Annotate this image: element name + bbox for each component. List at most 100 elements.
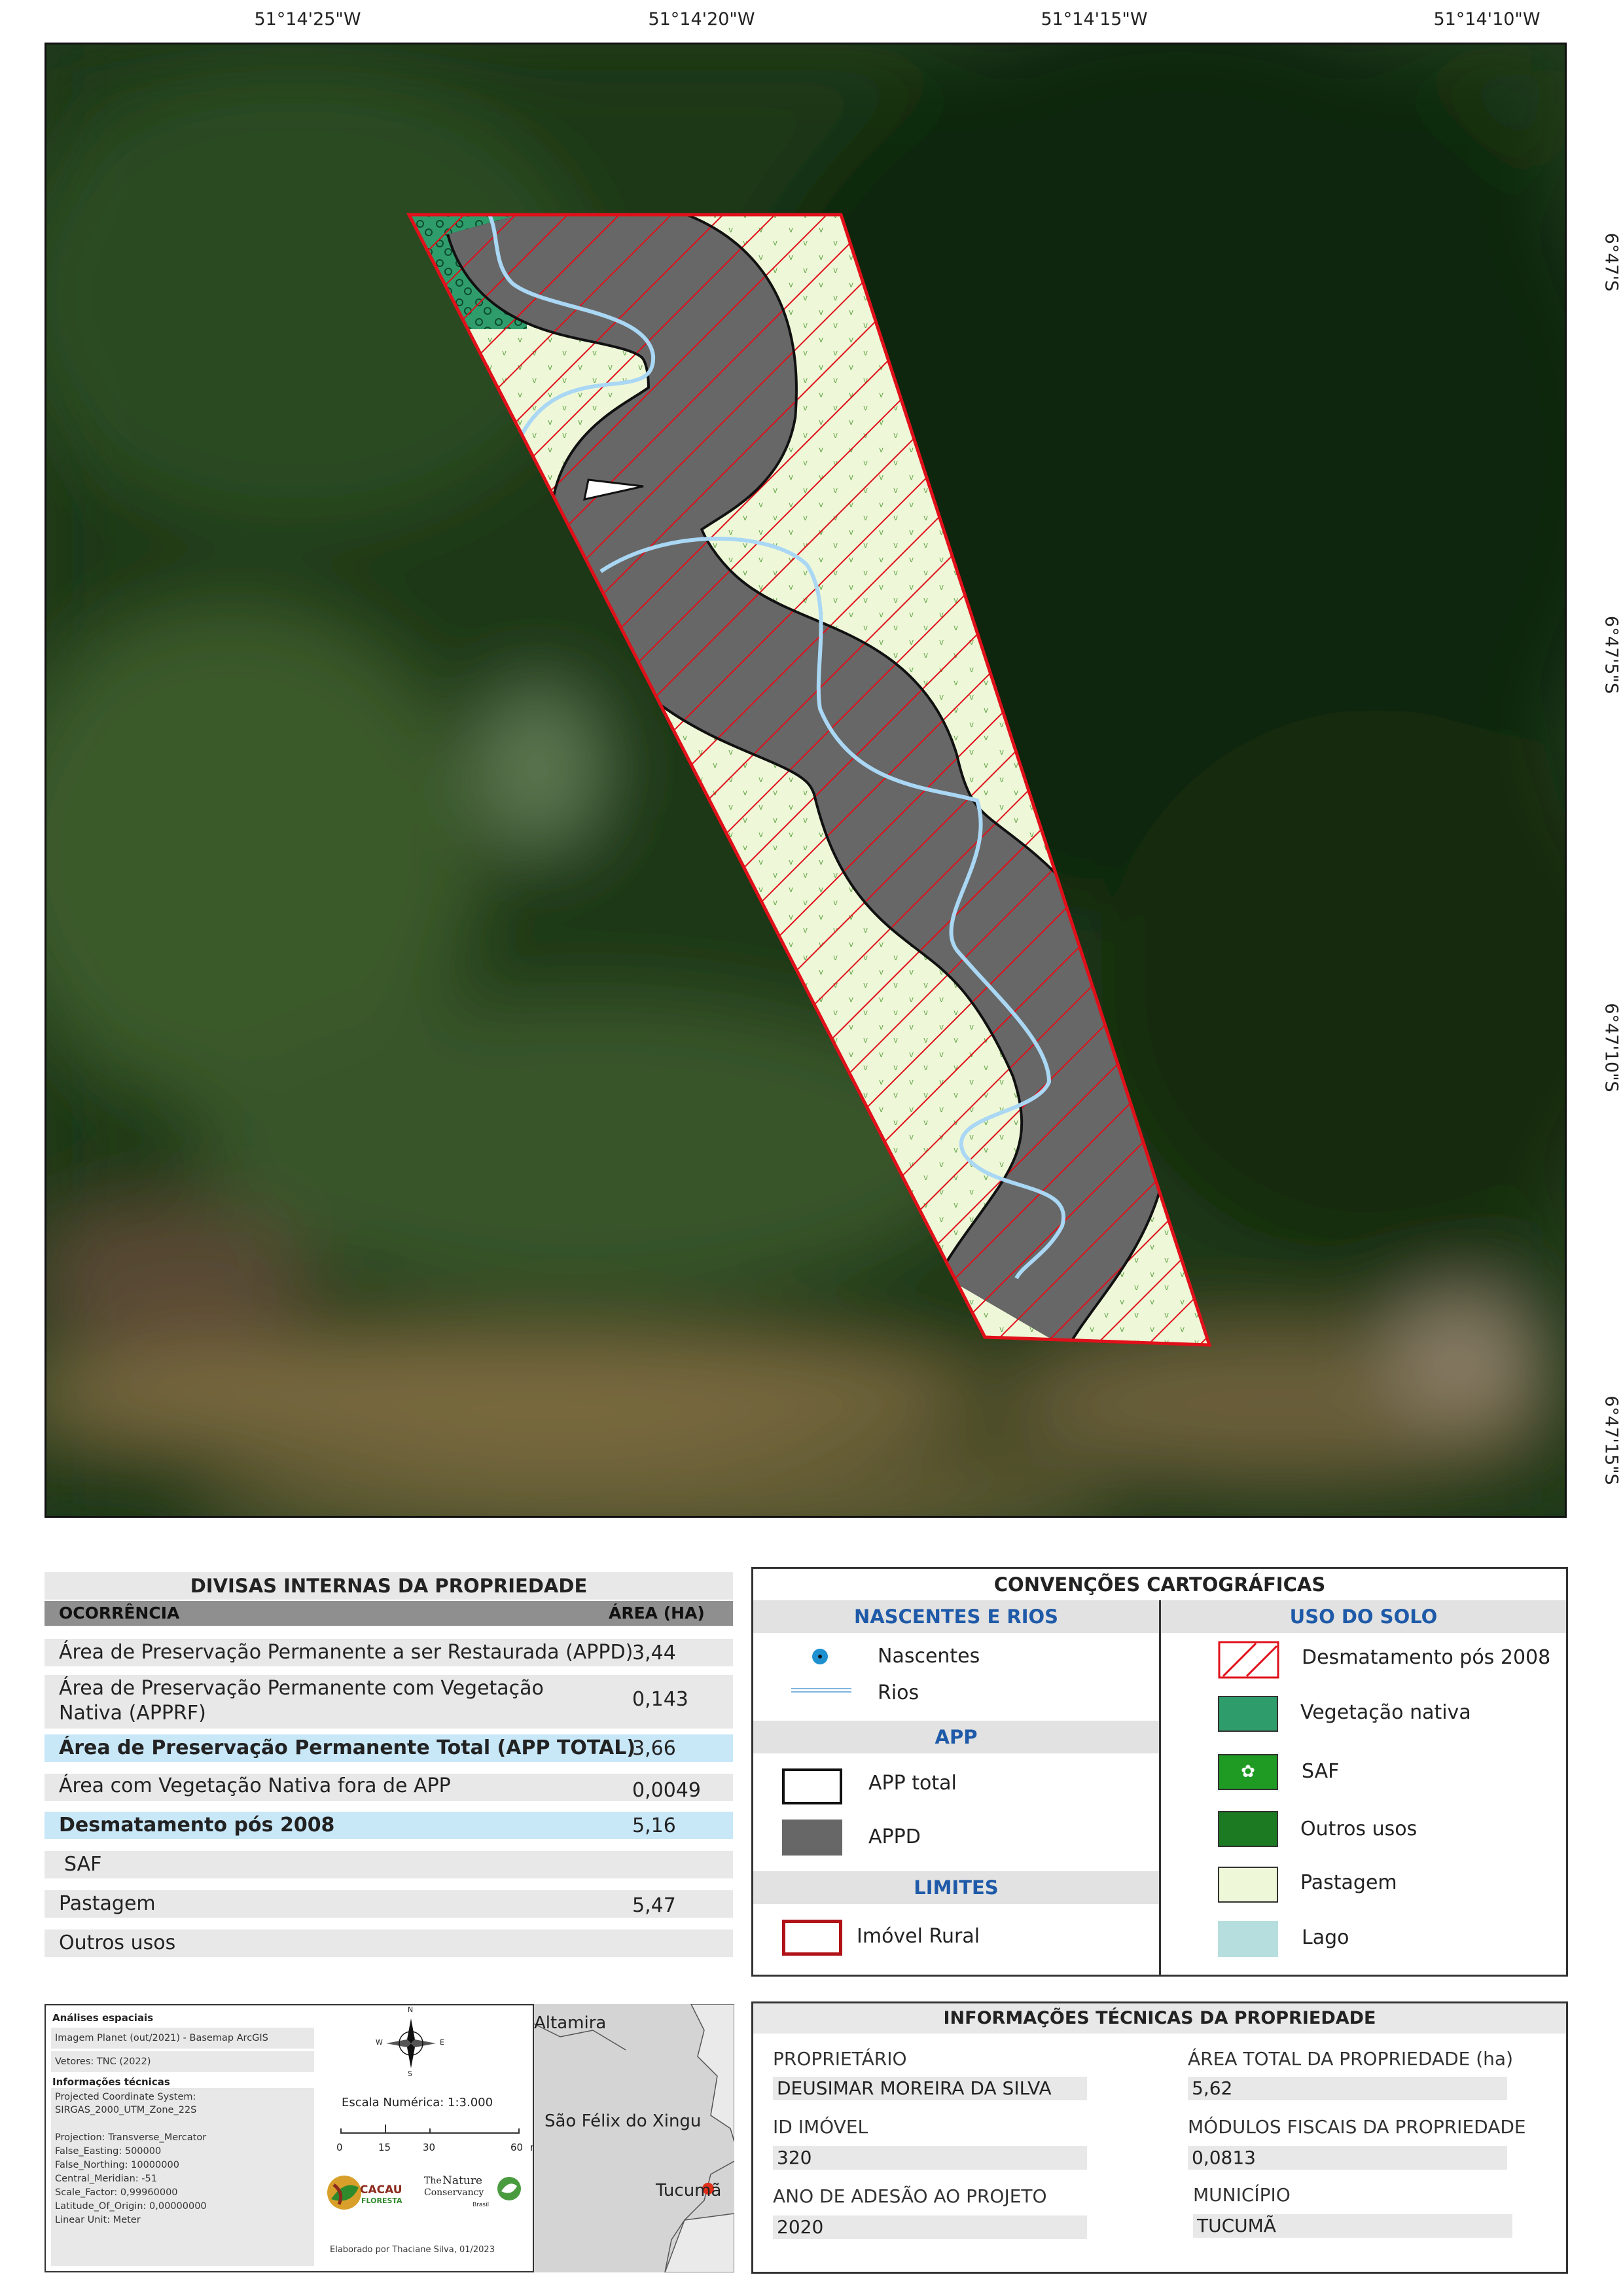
tnc-logo-text-1: The bbox=[424, 2176, 442, 2186]
false-easting: False_Easting: 500000 bbox=[55, 2146, 162, 2157]
table-row: Área de Preservação Permanente a ser Res… bbox=[45, 1639, 733, 1666]
tnc-logo-text-3: Conservancy bbox=[424, 2187, 484, 2198]
legend-divider bbox=[1159, 1600, 1161, 1977]
legend-appd: APPD bbox=[868, 1825, 921, 1848]
divisas-title: DIVISAS INTERNAS DA PROPRIEDADE bbox=[45, 1572, 733, 1600]
table-row: Área com Vegetação Nativa fora de APP 0,… bbox=[45, 1774, 733, 1802]
modulos-fiscais-value: 0,0813 bbox=[1188, 2146, 1507, 2170]
modulos-fiscais-label: MÓDULOS FISCAIS DA PROPRIEDADE bbox=[1188, 2116, 1526, 2138]
scale-tick-60: 60 bbox=[510, 2142, 524, 2153]
linear-unit: Linear Unit: Meter bbox=[55, 2215, 141, 2225]
compass-w: W bbox=[376, 2038, 383, 2047]
elaborado-por: Elaborado por Thaciane Silva, 01/2023 bbox=[330, 2245, 495, 2255]
compass-e: E bbox=[440, 2038, 444, 2047]
legend-uso-2: SAF bbox=[1302, 1760, 1340, 1783]
property-boundary-swatch bbox=[782, 1920, 842, 1956]
locator-altamira: Altamira bbox=[534, 2013, 607, 2033]
divisas-header: OCORRÊNCIA ÁREA (HA) bbox=[45, 1601, 733, 1626]
longitude-label-1: 51°14'25"W bbox=[254, 9, 361, 29]
legend-panel: CONVENÇÕES CARTOGRÁFICAS NASCENTES E RIO… bbox=[751, 1567, 1568, 1977]
row-label: Pastagem bbox=[59, 1892, 156, 1915]
row-value: 3,66 bbox=[632, 1737, 676, 1760]
satellite-map[interactable]: v v bbox=[46, 45, 1567, 1518]
legend-uso-1: Vegetação nativa bbox=[1300, 1701, 1471, 1724]
ano-adesao-value: 2020 bbox=[773, 2215, 1087, 2239]
legend-uso-0: Desmatamento pós 2008 bbox=[1302, 1646, 1551, 1669]
vetores-source: Vetores: TNC (2022) bbox=[51, 2051, 314, 2072]
id-imovel-value: 320 bbox=[773, 2146, 1087, 2170]
row-value: 0,143 bbox=[632, 1688, 688, 1711]
longitude-label-2: 51°14'20"W bbox=[648, 9, 755, 29]
row-value: 3,44 bbox=[632, 1641, 676, 1664]
projection-value: Projection: Transverse_Mercator bbox=[55, 2132, 207, 2143]
outros-usos-swatch bbox=[1218, 1811, 1278, 1847]
latitude-label-3: 6°47'10"S bbox=[1601, 1003, 1622, 1092]
pcs-label: Projected Coordinate System: bbox=[55, 2092, 196, 2102]
legend-imovel-rural: Imóvel Rural bbox=[857, 1925, 980, 1948]
area-total-label: ÁREA TOTAL DA PROPRIEDADE (ha) bbox=[1188, 2048, 1513, 2070]
row-label: Área de Preservação Permanente a ser Res… bbox=[59, 1641, 633, 1664]
tnc-leaf-icon bbox=[497, 2177, 521, 2200]
legend-section-uso-solo: USO DO SOLO bbox=[1161, 1600, 1566, 1633]
latitude-label-2: 6°47'5"S bbox=[1601, 615, 1622, 694]
analises-title: Análises espaciais bbox=[52, 2012, 154, 2024]
scale-factor: Scale_Factor: 0,99960000 bbox=[55, 2187, 178, 2198]
row-label: Área de Preservação Permanente com Veget… bbox=[59, 1677, 544, 1725]
info-title: INFORMAÇÕES TÉCNICAS DA PROPRIEDADE bbox=[753, 2003, 1566, 2034]
row-label: Outros usos bbox=[59, 1931, 176, 1954]
legend-uso-3: Outros usos bbox=[1300, 1818, 1418, 1840]
ano-adesao-label: ANO DE ADESÃO AO PROJETO bbox=[773, 2185, 1047, 2207]
legend-nascentes: Nascentes bbox=[878, 1645, 980, 1668]
locator-tucuma: Tucumã bbox=[656, 2181, 722, 2200]
central-meridian: Central_Meridian: -51 bbox=[55, 2174, 157, 2184]
longitude-label-4: 51°14'10"W bbox=[1433, 9, 1541, 29]
column-ocorrencia: OCORRÊNCIA bbox=[59, 1604, 180, 1623]
area-total-value: 5,62 bbox=[1188, 2077, 1507, 2100]
compass-s: S bbox=[408, 2070, 412, 2078]
longitude-label-3: 51°14'15"W bbox=[1041, 9, 1148, 29]
legend-uso-4: Pastagem bbox=[1300, 1871, 1397, 1894]
appd-swatch bbox=[782, 1820, 842, 1856]
tnc-logo-text-4: Brasil bbox=[473, 2202, 490, 2208]
legend-app-total: APP total bbox=[868, 1772, 957, 1795]
table-row: Área de Preservação Permanente com Veget… bbox=[45, 1675, 733, 1729]
scale-tick-15: 15 bbox=[378, 2142, 391, 2153]
tnc-logo: The Nature Conservancy Brasil bbox=[424, 2172, 535, 2217]
table-row: SAF bbox=[45, 1851, 733, 1878]
scale-text: Escala Numérica: 1:3.000 bbox=[342, 2096, 493, 2109]
cacau-logo-text-2: FLORESTA bbox=[361, 2197, 402, 2205]
imagem-source: Imagem Planet (out/2021) - Basemap ArcGI… bbox=[51, 2028, 314, 2049]
info-tecnicas-title: Informações técnicas bbox=[52, 2076, 170, 2088]
legend-section-limites: LIMITES bbox=[753, 1871, 1159, 1904]
deforestation-swatch bbox=[1218, 1641, 1279, 1679]
cacau-floresta-logo: CACAU FLORESTA bbox=[325, 2172, 423, 2217]
app-total-swatch bbox=[782, 1768, 842, 1804]
row-value: 5,47 bbox=[632, 1894, 676, 1917]
false-northing: False_Northing: 10000000 bbox=[55, 2160, 179, 2170]
locator-map[interactable]: Altamira São Félix do Xingu Tucumã bbox=[533, 2004, 734, 2272]
cacau-logo-text-1: CACAU bbox=[360, 2183, 402, 2197]
scale-tick-0: 0 bbox=[336, 2142, 343, 2153]
table-row: Pastagem 5,47 bbox=[45, 1890, 733, 1918]
native-vegetation-swatch bbox=[1218, 1696, 1278, 1732]
locator-map-graphic bbox=[534, 2004, 734, 2272]
legend-section-app: APP bbox=[753, 1721, 1159, 1753]
compass-n: N bbox=[408, 2005, 414, 2014]
saf-swatch: ✿ bbox=[1218, 1754, 1278, 1790]
row-label: Área de Preservação Permanente Total (AP… bbox=[59, 1736, 636, 1759]
municipio-value: TUCUMÃ bbox=[1193, 2214, 1512, 2238]
map-frame[interactable]: v v bbox=[45, 43, 1567, 1518]
tnc-logo-text-2: Nature bbox=[442, 2174, 482, 2187]
row-value: 0,0049 bbox=[632, 1779, 701, 1802]
legend-section-nascentes: NASCENTES E RIOS bbox=[753, 1600, 1159, 1633]
proprietario-label: PROPRIETÁRIO bbox=[773, 2048, 907, 2070]
legend-uso-5: Lago bbox=[1302, 1926, 1349, 1949]
compass-rose-icon bbox=[386, 2018, 436, 2068]
proprietario-value: DEUSIMAR MOREIRA DA SILVA bbox=[773, 2077, 1087, 2100]
id-imovel-label: ID IMÓVEL bbox=[773, 2116, 868, 2138]
locator-sao-felix: São Félix do Xingu bbox=[544, 2111, 702, 2131]
pasture-swatch bbox=[1218, 1867, 1278, 1903]
analysis-panel: Análises espaciais Imagem Planet (out/20… bbox=[45, 2004, 734, 2272]
legend-title: CONVENÇÕES CARTOGRÁFICAS bbox=[993, 1573, 1326, 1596]
column-area: ÁREA (HA) bbox=[609, 1604, 705, 1623]
